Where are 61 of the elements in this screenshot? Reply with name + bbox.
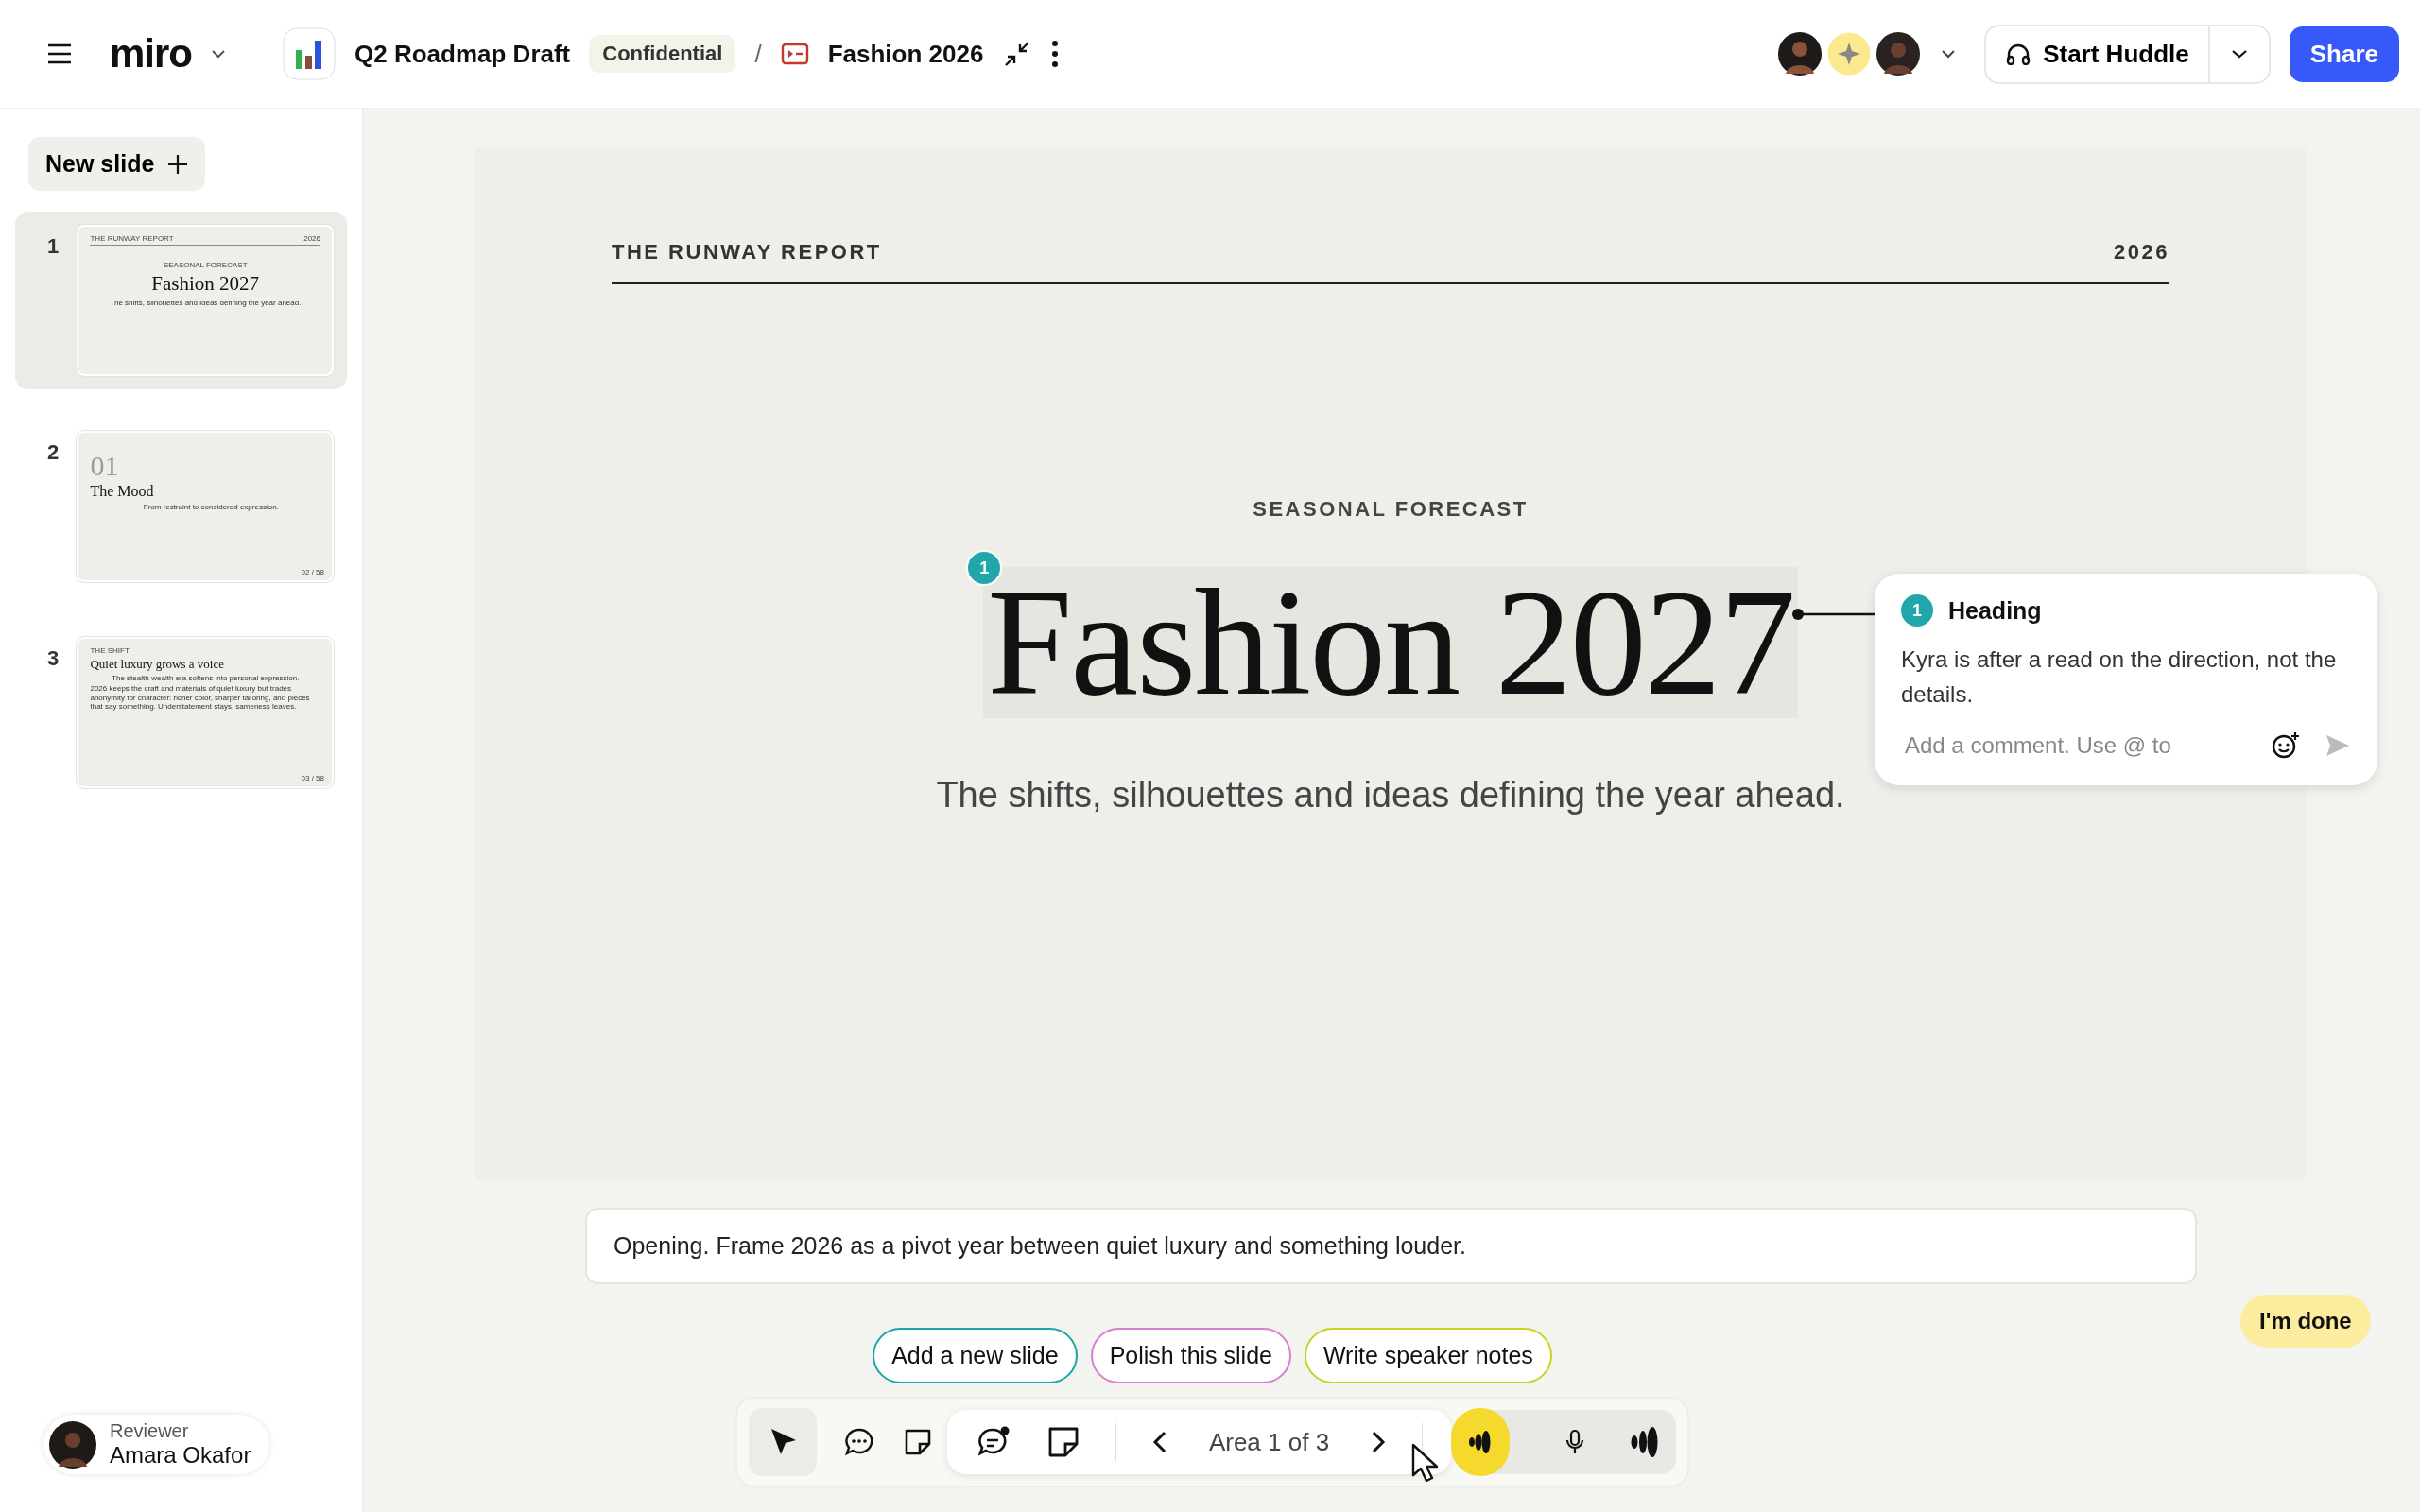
slide-year: 2026 [2114, 240, 2169, 265]
slide-kicker: SEASONAL FORECAST [1253, 497, 1529, 522]
suggestion-chip[interactable]: Write speaker notes [1304, 1328, 1552, 1383]
page-number: 02 / 58 [301, 568, 324, 576]
logo[interactable]: miro [110, 31, 192, 77]
comment-icon[interactable] [842, 1426, 875, 1458]
confidential-tag: Confidential [589, 35, 736, 73]
thumbnail-text: 2026 keeps the craft and materials of quiet luxury but trades anonymity for character: richer color, sharper tailoring, and pieces that say something. Understatement stays, sameness leaves. [90, 684, 311, 712]
thumbnail-title: Quiet luxury grows a voice [90, 657, 225, 672]
reviewer-role: Reviewer [110, 1420, 190, 1442]
frame-title[interactable]: Fashion 2026 [827, 39, 984, 69]
thumbnail-text: THE SHIFT [90, 646, 130, 655]
slide-list-item[interactable]: 1 THE RUNWAY REPORT 2026 SEASONAL FORECAST Fashion 2027 The shifts, silhouettes and ideas defining the year ahead. [15, 212, 347, 389]
more-icon[interactable] [1051, 40, 1060, 68]
chevron-down-icon[interactable] [1941, 49, 1957, 59]
chevron-down-icon[interactable] [211, 49, 226, 59]
comment-text: Kyra is after a read on the direction, not the details. [1901, 645, 2338, 709]
slide-number: 2 [47, 439, 60, 466]
slide-number: 1 [47, 233, 60, 260]
slide-thumbnail[interactable] [77, 637, 334, 788]
thumbnail-index: 01 [90, 452, 120, 480]
comment-marker: 1 [1901, 594, 1933, 627]
thumbnail-text: THE RUNWAY REPORT [90, 234, 174, 243]
bar-chart-icon[interactable] [283, 27, 336, 80]
suggestion-chip[interactable]: Add a new slide [873, 1328, 1078, 1383]
thumbnail-title: The Mood [90, 483, 155, 500]
thumbnail-text: From restraint to considered expression. [142, 503, 280, 511]
thumbnail-text: The shifts, silhouettes and ideas defining the year ahead. [110, 299, 302, 307]
slide-eyebrow: THE RUNWAY REPORT [612, 240, 882, 265]
voice-button[interactable] [1451, 1408, 1511, 1476]
new-slide-button[interactable]: New slide [28, 137, 206, 191]
slide-list-item[interactable]: 2 01 The Mood From restraint to considered expression. 02 / 58 [15, 418, 347, 595]
thumbnail-text: 2026 [303, 234, 320, 243]
slide-number: 3 [47, 645, 60, 672]
speaker-notes[interactable]: Opening. Frame 2026 as a pivot year between quiet luxury and something louder. [585, 1208, 2197, 1284]
comment-title: Heading [1948, 596, 2042, 625]
page-number: 03 / 58 [301, 774, 324, 782]
slide-thumbnail[interactable]: 01 The Mood From restraint to considered expression. 02 / 58 [77, 431, 334, 582]
microphone-icon[interactable] [1564, 1429, 1586, 1455]
area-indicator: Area 1 of 3 [1207, 1427, 1331, 1457]
share-button[interactable]: Share [2289, 26, 2399, 82]
plus-icon [167, 153, 189, 175]
thumbnail-text: SEASONAL FORECAST [163, 261, 248, 269]
breadcrumb-separator: / [754, 39, 762, 69]
board-title[interactable]: Q2 Roadmap Draft [354, 39, 571, 69]
select-tool-button[interactable] [748, 1408, 817, 1476]
emoji-add-icon[interactable] [2272, 731, 2300, 760]
avatar-icon[interactable] [1875, 30, 1923, 77]
avatar-icon [49, 1420, 96, 1469]
reviewer-name: Amara Okafor [110, 1442, 251, 1469]
done-button[interactable]: I'm done [2240, 1295, 2371, 1348]
menu-icon[interactable] [47, 43, 72, 64]
slide-subtitle: The shifts, silhouettes and ideas defining the year ahead. [936, 775, 1845, 816]
presentation-icon [780, 43, 809, 65]
chevron-down-icon [2230, 48, 2248, 59]
headphones-icon [2005, 43, 2032, 65]
suggestion-chip[interactable]: Polish this slide [1090, 1328, 1291, 1383]
slide-thumbnail[interactable]: THE RUNWAY REPORT 2026 SEASONAL FORECAST Fashion 2027 The shifts, silhouettes and ideas defining the year ahead. [77, 225, 334, 376]
thumbnail-text: The stealth-wealth era softens into personal expression. [111, 674, 301, 682]
avatar-icon[interactable] [1776, 30, 1824, 77]
thumbnail-title: Fashion 2027 [151, 272, 260, 296]
